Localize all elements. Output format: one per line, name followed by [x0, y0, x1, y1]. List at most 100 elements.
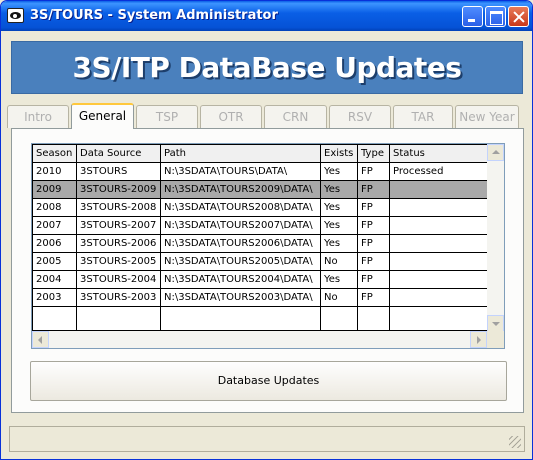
cell-type[interactable]: FP	[357, 288, 390, 307]
grid-table: Season Data Source Path Exists Type Status 20…	[32, 144, 490, 331]
eye-pupil	[13, 14, 17, 18]
scroll-down-icon[interactable]	[487, 315, 504, 332]
cell-exists[interactable]: Yes	[320, 216, 358, 235]
cell-type[interactable]: FP	[357, 270, 390, 289]
tab-strip: Intro General TSP OTR CRN RSV TAR New Year	[7, 103, 523, 129]
column-header[interactable]: Path	[160, 144, 321, 163]
cell-season[interactable]: 2004	[32, 270, 77, 289]
tab-new-year[interactable]: New Year	[455, 105, 519, 128]
table-row[interactable]: 2005 3STOURS-2005 N:\3SDATA\TOURS2005\DATA…	[32, 252, 490, 271]
table-row[interactable]: 2008 3STOURS-2008 N:\3SDATA\TOURS2008\DATA…	[32, 198, 490, 217]
cell-season[interactable]: 2010	[32, 162, 77, 181]
tab-general[interactable]: General	[71, 103, 134, 129]
cell-exists[interactable]: Yes	[320, 234, 358, 253]
cell-path[interactable]: N:\3SDATA\TOURS2007\DATA\	[160, 216, 321, 235]
tab-otr[interactable]: OTR	[200, 105, 262, 128]
column-header[interactable]: Exists	[320, 144, 358, 163]
cell-exists[interactable]: No	[320, 252, 358, 271]
cell-type[interactable]: FP	[357, 198, 390, 217]
cell-status[interactable]	[389, 252, 490, 271]
cell-source[interactable]: 3STOURS-2005	[76, 252, 161, 271]
cell-source[interactable]: 3STOURS-2006	[76, 234, 161, 253]
header-banner: 3S/ITP DataBase Updates	[11, 41, 523, 94]
column-header[interactable]: Season	[32, 144, 77, 163]
empty-cell	[32, 306, 77, 331]
cell-source[interactable]: 3STOURS	[76, 162, 161, 181]
cell-season[interactable]: 2007	[32, 216, 77, 235]
empty-row	[32, 306, 490, 331]
cell-type[interactable]: FP	[357, 234, 390, 253]
scrollbar-corner	[487, 331, 504, 348]
banner-title: 3S/ITP DataBase Updates	[72, 51, 462, 84]
tab-rsv[interactable]: RSV	[329, 105, 391, 128]
cell-status[interactable]	[389, 180, 490, 199]
cell-path[interactable]: N:\3SDATA\TOURS2005\DATA\	[160, 252, 321, 271]
column-header[interactable]: Type	[357, 144, 390, 163]
status-bar	[9, 426, 525, 452]
cell-exists[interactable]: Yes	[320, 198, 358, 217]
cell-exists[interactable]: Yes	[320, 270, 358, 289]
resize-grip-icon[interactable]	[509, 436, 521, 448]
scroll-right-icon[interactable]	[470, 331, 487, 348]
minimize-icon[interactable]	[462, 6, 483, 27]
cell-type[interactable]: FP	[357, 216, 390, 235]
cell-status[interactable]	[389, 270, 490, 289]
window-title: 3S/TOURS - System Administrator	[30, 8, 278, 23]
maximize-icon[interactable]	[485, 6, 506, 27]
empty-cell	[76, 306, 161, 331]
cell-exists[interactable]: Yes	[320, 180, 358, 199]
down-arrow-glyph	[492, 322, 500, 326]
table-row[interactable]: 2009 3STOURS-2009 N:\3SDATA\TOURS2009\DATA…	[32, 180, 490, 199]
horizontal-scrollbar[interactable]	[32, 331, 487, 348]
cell-path[interactable]: N:\3SDATA\TOURS\DATA\	[160, 162, 321, 181]
table-row[interactable]: 2006 3STOURS-2006 N:\3SDATA\TOURS2006\DATA…	[32, 234, 490, 253]
scroll-up-icon[interactable]	[487, 144, 504, 161]
cell-season[interactable]: 2009	[32, 180, 77, 199]
cell-source[interactable]: 3STOURS-2007	[76, 216, 161, 235]
cell-path[interactable]: N:\3SDATA\TOURS2006\DATA\	[160, 234, 321, 253]
cell-exists[interactable]: No	[320, 288, 358, 307]
database-updates-button[interactable]: Database Updates	[30, 361, 507, 401]
tab-tar[interactable]: TAR	[393, 105, 453, 128]
cell-path[interactable]: N:\3SDATA\TOURS2008\DATA\	[160, 198, 321, 217]
tab-crn[interactable]: CRN	[264, 105, 327, 128]
scroll-left-icon[interactable]	[32, 331, 49, 348]
table-row[interactable]: 2004 3STOURS-2004 N:\3SDATA\TOURS2004\DATA…	[32, 270, 490, 289]
cell-status[interactable]	[389, 198, 490, 217]
cell-status[interactable]: Processed	[389, 162, 490, 181]
cell-type[interactable]: FP	[357, 252, 390, 271]
cell-exists[interactable]: Yes	[320, 162, 358, 181]
column-header[interactable]: Data Source	[76, 144, 161, 163]
cell-status[interactable]	[389, 234, 490, 253]
cell-season[interactable]: 2008	[32, 198, 77, 217]
up-arrow-glyph	[492, 150, 500, 154]
database-grid[interactable]: Season Data Source Path Exists Type Status 20…	[31, 143, 505, 349]
cell-status[interactable]	[389, 216, 490, 235]
cell-source[interactable]: 3STOURS-2004	[76, 270, 161, 289]
close-icon[interactable]	[508, 6, 529, 27]
cell-path[interactable]: N:\3SDATA\TOURS2009\DATA\	[160, 180, 321, 199]
table-row[interactable]: 2010 3STOURS N:\3SDATA\TOURS\DATA\ Yes FP Pro…	[32, 162, 490, 181]
table-row[interactable]: 2007 3STOURS-2007 N:\3SDATA\TOURS2007\DATA…	[32, 216, 490, 235]
cell-source[interactable]: 3STOURS-2003	[76, 288, 161, 307]
cell-season[interactable]: 2005	[32, 252, 77, 271]
cell-status[interactable]	[389, 288, 490, 307]
cell-path[interactable]: N:\3SDATA\TOURS2004\DATA\	[160, 270, 321, 289]
cell-season[interactable]: 2006	[32, 234, 77, 253]
cell-type[interactable]: FP	[357, 180, 390, 199]
cell-season[interactable]: 2003	[32, 288, 77, 307]
title-bar[interactable]: 3S/TOURS - System Administrator	[1, 1, 532, 31]
tab-intro[interactable]: Intro	[7, 105, 69, 128]
table-row[interactable]: 2003 3STOURS-2003 N:\3SDATA\TOURS2003\DATA…	[32, 288, 490, 307]
cell-type[interactable]: FP	[357, 162, 390, 181]
app-eye-icon[interactable]	[7, 8, 24, 23]
column-header[interactable]: Status	[389, 144, 490, 163]
vertical-scrollbar[interactable]	[487, 144, 504, 332]
cell-source[interactable]: 3STOURS-2009	[76, 180, 161, 199]
grid-header-row: Season Data Source Path Exists Type Status	[32, 144, 490, 163]
empty-cell	[160, 306, 321, 331]
empty-cell	[320, 306, 358, 331]
cell-path[interactable]: N:\3SDATA\TOURS2003\DATA\	[160, 288, 321, 307]
tab-tsp[interactable]: TSP	[136, 105, 198, 128]
cell-source[interactable]: 3STOURS-2008	[76, 198, 161, 217]
